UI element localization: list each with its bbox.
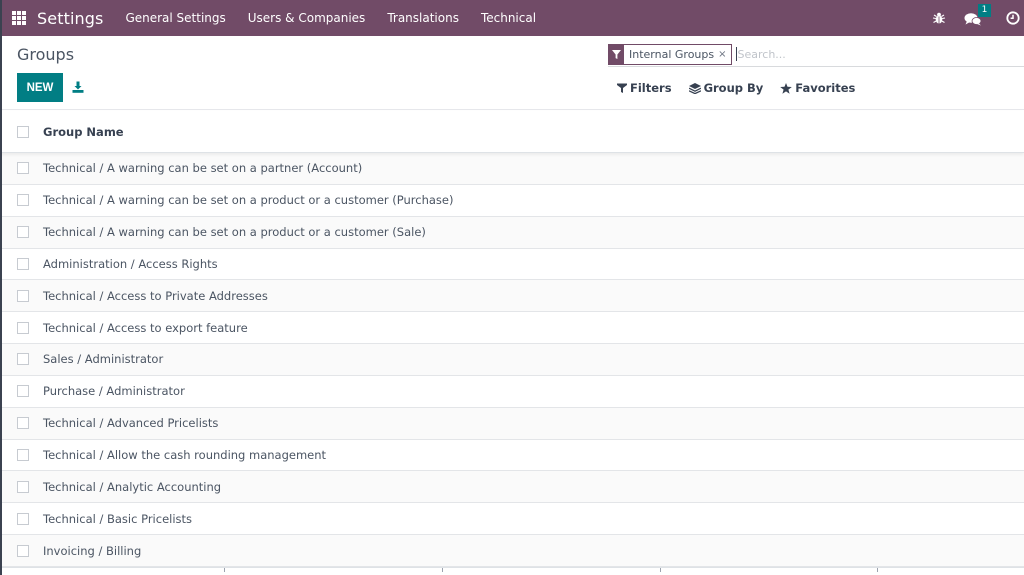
column-divider xyxy=(224,568,225,572)
group-by-label: Group By xyxy=(703,81,764,95)
table-row[interactable]: Administration / Access Rights xyxy=(0,248,1024,281)
group-name-cell: Invoicing / Billing xyxy=(43,543,142,558)
row-checkbox[interactable] xyxy=(17,289,29,302)
row-checkbox[interactable] xyxy=(17,162,29,175)
column-divider xyxy=(877,568,878,572)
filter-funnel-icon xyxy=(609,44,624,64)
table-row[interactable]: Technical / Allow the cash rounding mana… xyxy=(0,439,1024,472)
row-checkbox[interactable] xyxy=(17,321,29,334)
new-button[interactable]: NEW xyxy=(17,73,63,102)
filters-dropdown[interactable]: Filters xyxy=(617,81,672,95)
group-by-dropdown[interactable]: Group By xyxy=(688,81,764,95)
table-row[interactable]: Technical / Basic Pricelists xyxy=(0,503,1024,536)
favorites-dropdown[interactable]: Favorites xyxy=(780,81,855,95)
filter-funnel-icon xyxy=(617,83,627,93)
column-divider xyxy=(660,568,661,572)
row-checkbox[interactable] xyxy=(17,512,29,525)
apps-menu-icon[interactable] xyxy=(12,11,26,25)
window-edge xyxy=(0,0,2,575)
layers-icon xyxy=(688,82,701,94)
group-name-cell: Sales / Administrator xyxy=(43,352,164,367)
search-options: Filters Group By Favorites xyxy=(617,81,872,95)
search-bar: Internal Groups × xyxy=(608,42,1024,67)
row-checkbox[interactable] xyxy=(17,480,29,493)
table-row[interactable]: Technical / Analytic Accounting xyxy=(0,471,1024,504)
debug-bug-icon[interactable] xyxy=(932,11,946,25)
column-divider xyxy=(442,568,443,572)
download-icon[interactable] xyxy=(72,81,84,93)
row-checkbox[interactable] xyxy=(17,385,29,398)
row-checkbox[interactable] xyxy=(17,544,29,557)
group-name-cell: Technical / Basic Pricelists xyxy=(43,511,193,526)
table-row[interactable]: Technical / A warning can be set on a pa… xyxy=(0,153,1024,185)
messaging-menu[interactable]: 1 xyxy=(964,4,991,26)
group-name-cell: Technical / A warning can be set on a pa… xyxy=(43,161,363,176)
group-name-cell: Purchase / Administrator xyxy=(43,384,185,399)
group-name-cell: Technical / Access to export feature xyxy=(43,320,248,335)
groups-list: Group Name Technical / A warning can be … xyxy=(0,111,1024,567)
row-checkbox[interactable] xyxy=(17,194,29,207)
search-facet-internal-groups[interactable]: Internal Groups × xyxy=(608,43,732,65)
list-footer xyxy=(0,567,1024,575)
page-title[interactable]: Groups xyxy=(17,45,74,64)
table-row[interactable]: Invoicing / Billing xyxy=(0,535,1024,567)
search-input[interactable] xyxy=(735,47,996,61)
list-body: Technical / A warning can be set on a pa… xyxy=(0,153,1024,567)
group-name-cell: Technical / Allow the cash rounding mana… xyxy=(43,448,327,463)
group-name-cell: Technical / Access to Private Addresses xyxy=(43,288,268,303)
row-checkbox[interactable] xyxy=(17,417,29,430)
facet-label: Internal Groups xyxy=(629,47,715,61)
top-navbar: Settings General Settings Users & Compan… xyxy=(0,0,1024,36)
table-row[interactable]: Purchase / Administrator xyxy=(0,375,1024,408)
select-all-checkbox[interactable] xyxy=(17,125,29,138)
list-header: Group Name xyxy=(0,111,1024,153)
table-row[interactable]: Technical / A warning can be set on a pr… xyxy=(0,184,1024,217)
table-row[interactable]: Technical / Advanced Pricelists xyxy=(0,407,1024,440)
menu-technical[interactable]: Technical xyxy=(481,11,536,25)
group-name-cell: Administration / Access Rights xyxy=(43,256,218,271)
row-checkbox[interactable] xyxy=(17,449,29,462)
table-row[interactable]: Technical / A warning can be set on a pr… xyxy=(0,216,1024,249)
facet-remove-button[interactable]: × xyxy=(718,45,730,64)
row-checkbox[interactable] xyxy=(17,226,29,239)
message-count-badge: 1 xyxy=(978,4,991,17)
menu-translations[interactable]: Translations xyxy=(387,11,459,25)
group-name-cell: Technical / Advanced Pricelists xyxy=(43,416,219,431)
row-checkbox[interactable] xyxy=(17,257,29,270)
favorites-label: Favorites xyxy=(795,81,856,95)
table-row[interactable]: Technical / Access to export feature xyxy=(0,312,1024,345)
group-name-cell: Technical / A warning can be set on a pr… xyxy=(43,193,454,208)
group-name-cell: Technical / A warning can be set on a pr… xyxy=(43,225,426,240)
activity-clock-icon[interactable] xyxy=(1006,11,1020,25)
systray: 1 xyxy=(932,0,1024,36)
column-header-group-name[interactable]: Group Name xyxy=(43,125,124,139)
table-row[interactable]: Technical / Access to Private Addresses xyxy=(0,280,1024,313)
filters-label: Filters xyxy=(630,81,672,95)
control-panel: Groups NEW Internal Groups × Filters Gro… xyxy=(0,36,1024,110)
menu-users-companies[interactable]: Users & Companies xyxy=(248,11,366,25)
menu-general-settings[interactable]: General Settings xyxy=(125,11,225,25)
table-row[interactable]: Sales / Administrator xyxy=(0,344,1024,376)
star-icon xyxy=(780,82,793,94)
row-checkbox[interactable] xyxy=(17,353,29,366)
group-name-cell: Technical / Analytic Accounting xyxy=(43,479,222,494)
app-title[interactable]: Settings xyxy=(37,9,103,28)
